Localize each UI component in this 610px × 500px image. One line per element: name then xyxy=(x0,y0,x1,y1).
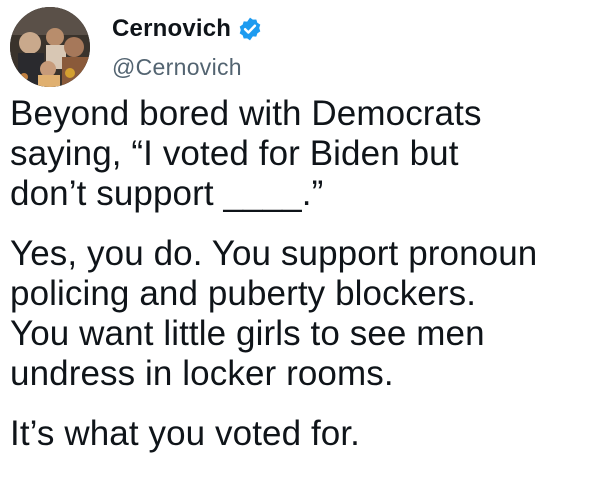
text-line: Yes, you do. You support pronoun xyxy=(10,234,538,273)
author-names: Cernovich @Cernovich xyxy=(112,7,263,87)
text-line: You want little girls to see men xyxy=(10,314,485,353)
tweet-text: Beyond bored with Democrats saying, “I v… xyxy=(10,94,606,474)
text-line: policing and puberty blockers. xyxy=(10,274,477,313)
verified-badge-icon xyxy=(237,16,263,42)
tweet-header: Cernovich @Cernovich xyxy=(10,6,263,88)
avatar-photo-icon xyxy=(10,7,90,87)
text-line: undress in locker rooms. xyxy=(10,354,394,393)
handle[interactable]: @Cernovich xyxy=(112,54,263,81)
avatar[interactable] xyxy=(10,7,90,87)
display-name[interactable]: Cernovich xyxy=(112,15,231,43)
tweet-paragraph-2: Yes, you do. You support pronoun policin… xyxy=(10,234,606,394)
tweet-card: Cernovich @Cernovich Beyond bored with D… xyxy=(0,0,610,500)
text-line: Beyond bored with Democrats xyxy=(10,94,482,133)
text-line: don’t support ____.” xyxy=(10,174,324,213)
text-line: saying, “I voted for Biden but xyxy=(10,134,459,173)
text-line: It’s what you voted for. xyxy=(10,414,361,453)
tweet-paragraph-3: It’s what you voted for. xyxy=(10,414,606,454)
display-name-row: Cernovich xyxy=(112,14,263,44)
tweet-paragraph-1: Beyond bored with Democrats saying, “I v… xyxy=(10,94,606,214)
